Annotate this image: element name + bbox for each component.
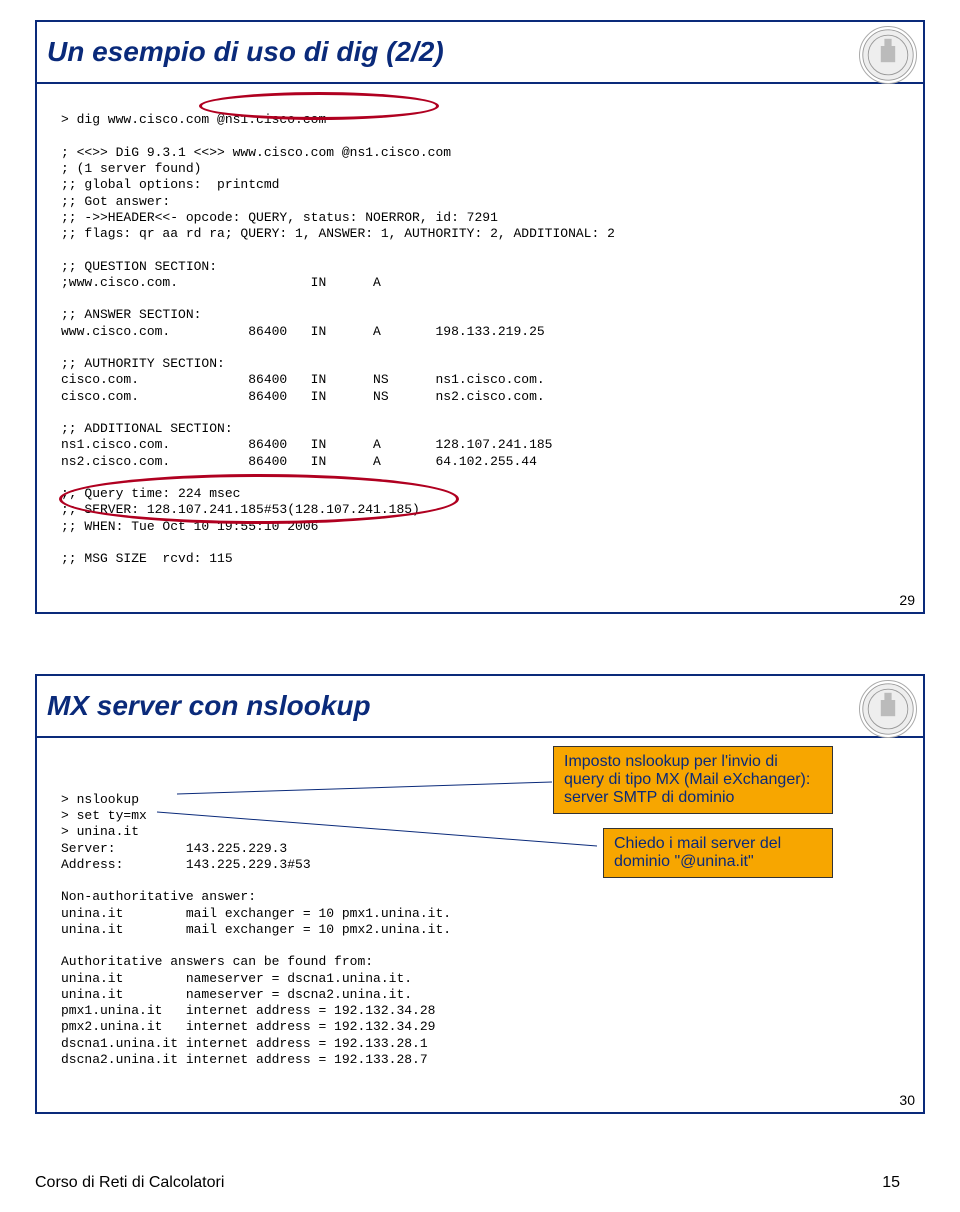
code-line: Non-authoritative answer: — [61, 889, 256, 904]
code-line: ;; global options: printcmd — [61, 177, 279, 192]
dig-output: > dig www.cisco.com @ns1.cisco.com ; <<>… — [61, 96, 899, 584]
slide-header: Un esempio di uso di dig (2/2) — [37, 22, 923, 84]
university-logo — [859, 680, 917, 738]
code-line: ;; flags: qr aa rd ra; QUERY: 1, ANSWER:… — [61, 226, 615, 241]
slide-header: MX server con nslookup — [37, 676, 923, 738]
code-line: unina.it nameserver = dscna2.unina.it. — [61, 987, 412, 1002]
slide-title: Un esempio di uso di dig (2/2) — [47, 36, 444, 67]
code-line: pmx2.unina.it internet address = 192.132… — [61, 1019, 435, 1034]
code-line: ;; SERVER: 128.107.241.185#53(128.107.24… — [61, 502, 420, 517]
code-line: pmx1.unina.it internet address = 192.132… — [61, 1003, 435, 1018]
slide-1: Un esempio di uso di dig (2/2) > dig www… — [35, 20, 925, 614]
slide-body: Imposto nslookup per l'invio di query di… — [37, 738, 923, 1113]
code-line: unina.it mail exchanger = 10 pmx1.unina.… — [61, 906, 451, 921]
slide-body: > dig www.cisco.com @ns1.cisco.com ; <<>… — [37, 84, 923, 612]
slide-number: 29 — [899, 592, 915, 608]
university-logo — [859, 26, 917, 84]
code-line: ;; ANSWER SECTION: — [61, 307, 201, 322]
code-line: ;; MSG SIZE rcvd: 115 — [61, 551, 233, 566]
code-line: ;; Got answer: — [61, 194, 170, 209]
code-line: cisco.com. 86400 IN NS ns1.cisco.com. — [61, 372, 545, 387]
code-line: ;; QUESTION SECTION: — [61, 259, 217, 274]
code-line: ;www.cisco.com. IN A — [61, 275, 381, 290]
note-line: Imposto nslookup per l'invio di — [564, 753, 822, 771]
code-line: ;; Query time: 224 msec — [61, 486, 240, 501]
code-line: Authoritative answers can be found from: — [61, 954, 373, 969]
code-line: > unina.it — [61, 824, 139, 839]
code-line: ;; ->>HEADER<<- opcode: QUERY, status: N… — [61, 210, 498, 225]
code-line: ;; AUTHORITY SECTION: — [61, 356, 225, 371]
code-line: > nslookup — [61, 792, 139, 807]
code-line: unina.it mail exchanger = 10 pmx2.unina.… — [61, 922, 451, 937]
code-line: > dig www.cisco.com @ns1.cisco.com — [61, 112, 326, 127]
footer-page: 15 — [882, 1174, 900, 1192]
code-line: ;; ADDITIONAL SECTION: — [61, 421, 233, 436]
code-line: cisco.com. 86400 IN NS ns2.cisco.com. — [61, 389, 545, 404]
slide-2: MX server con nslookup Imposto nslookup … — [35, 674, 925, 1115]
code-line: www.cisco.com. 86400 IN A 198.133.219.25 — [61, 324, 545, 339]
code-line: ; (1 server found) — [61, 161, 201, 176]
code-line: dscna2.unina.it internet address = 192.1… — [61, 1052, 428, 1067]
code-line: ; <<>> DiG 9.3.1 <<>> www.cisco.com @ns1… — [61, 145, 451, 160]
code-line: > set ty=mx — [61, 808, 147, 823]
code-line: ns1.cisco.com. 86400 IN A 128.107.241.18… — [61, 437, 552, 452]
page-footer: Corso di Reti di Calcolatori 15 — [35, 1174, 960, 1192]
code-line: ;; WHEN: Tue Oct 10 19:55:10 2006 — [61, 519, 318, 534]
code-line: dscna1.unina.it internet address = 192.1… — [61, 1036, 428, 1051]
nslookup-output: > nslookup > set ty=mx > unina.it Server… — [61, 776, 899, 1085]
code-line: Server: 143.225.229.3 — [61, 841, 287, 856]
slide-number: 30 — [899, 1092, 915, 1108]
code-line: unina.it nameserver = dscna1.unina.it. — [61, 971, 412, 986]
code-line: Address: 143.225.229.3#53 — [61, 857, 311, 872]
code-line: ns2.cisco.com. 86400 IN A 64.102.255.44 — [61, 454, 537, 469]
slide-title: MX server con nslookup — [47, 690, 371, 721]
footer-title: Corso di Reti di Calcolatori — [35, 1174, 224, 1192]
